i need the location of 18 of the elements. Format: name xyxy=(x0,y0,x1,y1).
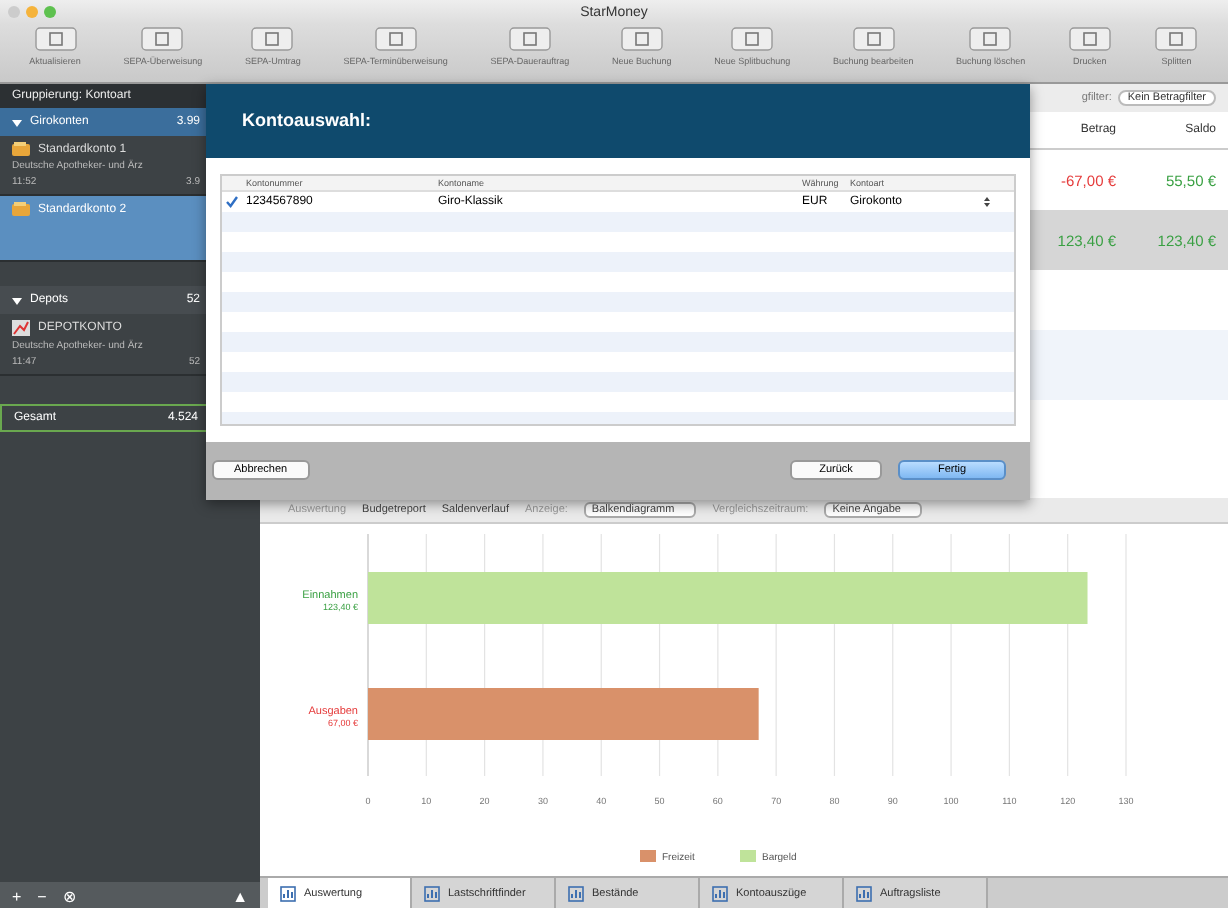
wallet-icon xyxy=(12,142,30,156)
sidebar-footer-button[interactable]: ▲ xyxy=(232,887,248,905)
chart-icon xyxy=(712,886,728,902)
sidebar-footer-button[interactable]: − xyxy=(37,887,47,905)
chart-icon xyxy=(12,320,30,336)
checkbox[interactable] xyxy=(226,195,238,208)
chart-icon xyxy=(568,886,584,902)
stepper-icon[interactable] xyxy=(984,195,990,208)
sidebar-footer-button[interactable]: + xyxy=(12,887,22,905)
chart-icon xyxy=(856,886,872,902)
legend-swatch xyxy=(740,850,756,862)
caret-icon[interactable] xyxy=(12,117,22,127)
chart-icon xyxy=(280,886,296,902)
caret-icon[interactable] xyxy=(12,295,22,305)
chart-icon xyxy=(424,886,440,902)
legend-swatch xyxy=(640,850,656,862)
wallet-icon xyxy=(12,202,30,216)
sidebar-footer-button[interactable]: ⊗ xyxy=(62,887,77,905)
